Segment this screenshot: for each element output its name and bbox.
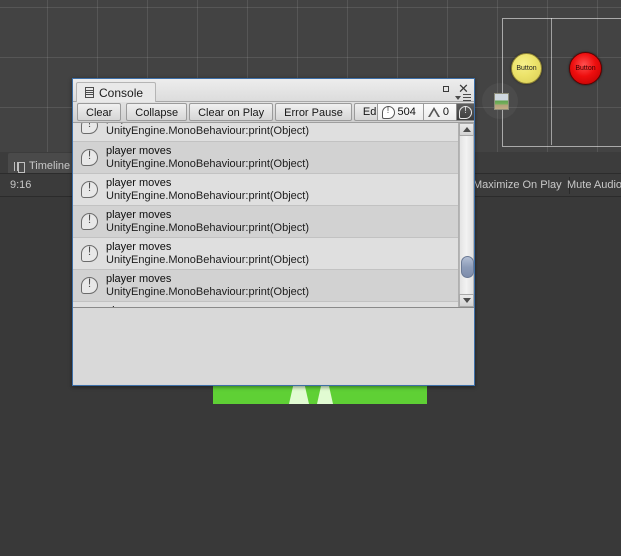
table-row[interactable]: player moves UnityEngine.MonoBehaviour:p… [73,142,474,174]
info-bubble-icon [81,123,98,134]
menu-lines-icon [463,94,471,101]
scrollbar-thumb[interactable] [461,256,474,278]
scene-camera-gizmo[interactable] [482,83,518,119]
maximize-icon[interactable] [439,82,452,95]
console-counters: 504 0 [376,103,474,121]
table-row[interactable]: player moves UnityEngine.MonoBehaviour:p… [73,270,474,302]
clear-on-play-toggle[interactable]: Clear on Play [189,103,274,121]
log-message: player moves [106,176,172,189]
info-bubble-icon [81,212,98,230]
info-bubble-icon [81,276,98,294]
error-counter[interactable]: 504 [376,103,423,121]
log-message: player moves [106,240,172,253]
warning-count: 0 [442,106,449,118]
log-message: player moves [106,208,172,221]
mute-audio-toggle[interactable]: Mute Audio [560,177,621,194]
scroll-up-icon[interactable] [459,123,474,136]
log-stack: UnityEngine.MonoBehaviour:print(Object) [106,253,309,266]
log-stack: UnityEngine.MonoBehaviour:print(Object) [106,221,309,234]
log-message: player moves [106,144,172,157]
console-toolbar: Clear Collapse Clear on Play Error Pause… [73,102,474,123]
log-message: player moves [106,272,172,285]
log-stack: UnityEngine.MonoBehaviour:print(Object) [106,157,309,170]
tab-timeline-label: Timeline [29,160,71,172]
hamburger-menu-icon[interactable] [455,93,471,102]
info-bubble-icon [459,105,472,119]
info-bubble-icon [81,244,98,262]
warning-counter[interactable]: 0 [422,103,456,121]
log-counter-badge[interactable] [456,103,474,121]
info-bubble-icon [81,180,98,198]
maximize-on-play-toggle[interactable]: Maximize On Play [466,177,570,194]
collapse-toggle[interactable]: Collapse [126,103,188,121]
table-row[interactable]: player moves UnityEngine.MonoBehaviour:p… [73,174,474,206]
tab-console[interactable]: Console [76,82,157,102]
scene-canvas-gizmo-divider [551,18,552,145]
error-count: 504 [397,106,416,118]
error-pause-toggle[interactable]: Error Pause [275,103,352,121]
console-window: Console ✕ Clear Collapse Clear on Play E… [72,78,475,386]
console-log-list[interactable]: player moves UnityEngine.MonoBehaviour:p… [73,123,474,308]
camera-preview-icon [494,93,509,110]
scene-button-red-label: Button [575,65,596,72]
log-message: player moves [106,305,171,308]
console-list-icon [85,87,94,98]
scroll-down-icon[interactable] [459,294,474,307]
chevron-down-icon [455,95,461,100]
log-message: player moves [106,123,171,124]
log-stack: UnityEngine.MonoBehaviour:print(Object) [106,125,309,137]
scene-button-yellow[interactable]: Button [511,53,542,84]
aspect-ratio-value[interactable]: 9:16 [0,179,31,191]
scene-button-yellow-label: Button [516,65,537,72]
warning-triangle-icon [427,107,440,117]
console-detail-pane[interactable] [73,308,474,384]
tab-console-label: Console [99,85,144,100]
scene-button-red[interactable]: Button [569,52,602,85]
info-bubble-icon [381,105,395,119]
scrollbar-track[interactable] [459,136,474,294]
table-row[interactable]: player moves UnityEngine.MonoBehaviour:p… [73,238,474,270]
log-stack: UnityEngine.MonoBehaviour:print(Object) [106,189,309,202]
timeline-icon [14,161,25,173]
clear-button[interactable]: Clear [77,103,122,121]
log-stack: UnityEngine.MonoBehaviour:print(Object) [106,285,309,298]
log-entry-clipped[interactable]: player moves UnityEngine.MonoBehaviour:p… [73,123,474,142]
table-row[interactable]: player moves UnityEngine.MonoBehaviour:p… [73,123,474,141]
console-titlebar[interactable]: Console ✕ [73,79,474,102]
info-bubble-icon [81,148,98,166]
table-row[interactable]: player moves UnityEngine.MonoBehaviour:p… [73,206,474,238]
console-log-scrollbar[interactable] [458,123,474,307]
table-row[interactable]: player moves UnityEngine.MonoBehaviour:p… [73,302,474,308]
